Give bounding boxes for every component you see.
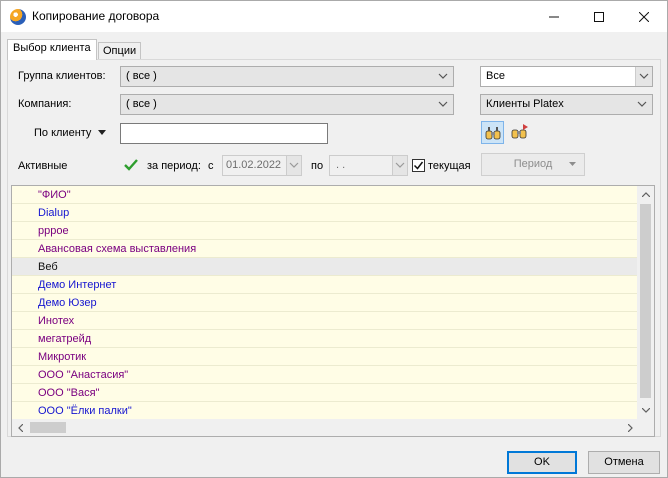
vertical-scrollbar[interactable] xyxy=(637,186,654,419)
current-period-checkbox[interactable] xyxy=(412,159,425,172)
client-search-input[interactable] xyxy=(120,123,328,144)
find-next-button[interactable] xyxy=(508,121,531,144)
title-bar: Копирование договора xyxy=(1,1,667,32)
check-icon xyxy=(413,161,424,170)
for-period-label: за период: xyxy=(147,160,201,172)
find-client-button[interactable] xyxy=(481,121,504,144)
company-value: ( все ) xyxy=(126,98,157,110)
by-client-label-text: По клиенту xyxy=(34,127,92,139)
to-label: по xyxy=(311,160,324,172)
company-label: Компания: xyxy=(18,98,72,110)
checkmark-icon xyxy=(124,159,138,171)
vertical-scroll-thumb[interactable] xyxy=(640,204,651,398)
chevron-up-icon xyxy=(641,192,650,197)
tab-client-selection[interactable]: Выбор клиента xyxy=(7,39,97,60)
date-to-value: . . xyxy=(336,159,346,171)
company-select[interactable]: ( все ) xyxy=(120,94,454,115)
horizontal-scrollbar[interactable] xyxy=(12,419,639,436)
by-client-dropdown-label[interactable]: По клиенту xyxy=(34,127,106,139)
dropdown-arrow-button[interactable] xyxy=(635,67,652,86)
app-icon xyxy=(10,9,26,25)
client-group-select[interactable]: ( все ) xyxy=(120,66,454,87)
chevron-down-icon xyxy=(438,101,448,107)
client-type-value: Клиенты Platex xyxy=(486,98,564,110)
date-from-value: 01.02.2022 xyxy=(226,159,282,171)
list-item[interactable]: мегатрейд xyxy=(12,330,639,348)
chevron-left-icon xyxy=(18,423,23,432)
close-icon xyxy=(638,11,649,22)
minimize-icon xyxy=(548,16,559,17)
current-period-label: текущая xyxy=(428,160,471,172)
scroll-left-button[interactable] xyxy=(12,419,29,436)
scroll-up-button[interactable] xyxy=(637,186,654,203)
period-button-label: Период xyxy=(513,158,553,170)
period-button[interactable]: Период xyxy=(481,153,585,176)
list-item[interactable]: ООО "Анастасия" xyxy=(12,366,639,384)
client-status-select[interactable]: Все xyxy=(480,66,653,87)
date-from-picker[interactable]: 01.02.2022 xyxy=(222,155,302,176)
chevron-down-icon xyxy=(639,73,649,79)
binoculars-icon xyxy=(485,127,501,140)
scroll-corner xyxy=(637,419,654,436)
list-item[interactable]: Демо Юзер xyxy=(12,294,639,312)
binoculars-next-icon xyxy=(511,124,528,139)
ok-button[interactable]: OK xyxy=(507,451,577,474)
date-to-dropdown[interactable] xyxy=(392,156,407,175)
chevron-down-icon xyxy=(641,408,650,413)
maximize-icon xyxy=(593,11,604,22)
list-item[interactable]: Инотех xyxy=(12,312,639,330)
active-label: Активные xyxy=(18,160,68,172)
client-list-rows: "ФИО" Dialup рррое Авансовая схема выставле… xyxy=(12,186,639,420)
list-item[interactable]: Dialup xyxy=(12,204,639,222)
client-group-value: ( все ) xyxy=(126,70,157,82)
close-button[interactable] xyxy=(621,1,666,32)
list-item[interactable]: рррое xyxy=(12,222,639,240)
window-title: Копирование договора xyxy=(32,9,160,23)
client-list[interactable]: "ФИО" Dialup рррое Авансовая схема выставле… xyxy=(11,185,655,437)
list-item[interactable]: Демо Интернет xyxy=(12,276,639,294)
caret-down-icon xyxy=(569,162,576,166)
cancel-button[interactable]: Отмена xyxy=(588,451,660,474)
chevron-right-icon xyxy=(628,423,633,432)
chevron-down-icon xyxy=(289,162,299,168)
minimize-button[interactable] xyxy=(531,1,576,32)
list-item[interactable]: ООО "Вася" xyxy=(12,384,639,402)
date-from-dropdown[interactable] xyxy=(286,156,301,175)
date-to-picker[interactable]: . . xyxy=(329,155,408,176)
scroll-down-button[interactable] xyxy=(637,402,654,419)
list-item[interactable]: Авансовая схема выставления xyxy=(12,240,639,258)
horizontal-scroll-thumb[interactable] xyxy=(30,422,66,433)
chevron-down-icon xyxy=(637,101,647,107)
list-item[interactable]: "ФИО" xyxy=(12,186,639,204)
caret-down-icon xyxy=(97,130,106,135)
client-status-value: Все xyxy=(486,70,505,82)
list-item[interactable]: ООО "Ёлки палки" xyxy=(12,402,639,420)
dialog-window: Копирование договора Выбор клиента Опции… xyxy=(0,0,668,478)
chevron-down-icon xyxy=(395,162,405,168)
client-type-select[interactable]: Клиенты Platex xyxy=(480,94,653,115)
maximize-button[interactable] xyxy=(576,1,621,32)
tab-options[interactable]: Опции xyxy=(98,42,142,60)
list-item[interactable]: Микротик xyxy=(12,348,639,366)
list-item[interactable]: Веб xyxy=(12,258,639,276)
chevron-down-icon xyxy=(438,73,448,79)
client-group-label: Группа клиентов: xyxy=(18,70,106,82)
from-label: с xyxy=(208,160,214,172)
